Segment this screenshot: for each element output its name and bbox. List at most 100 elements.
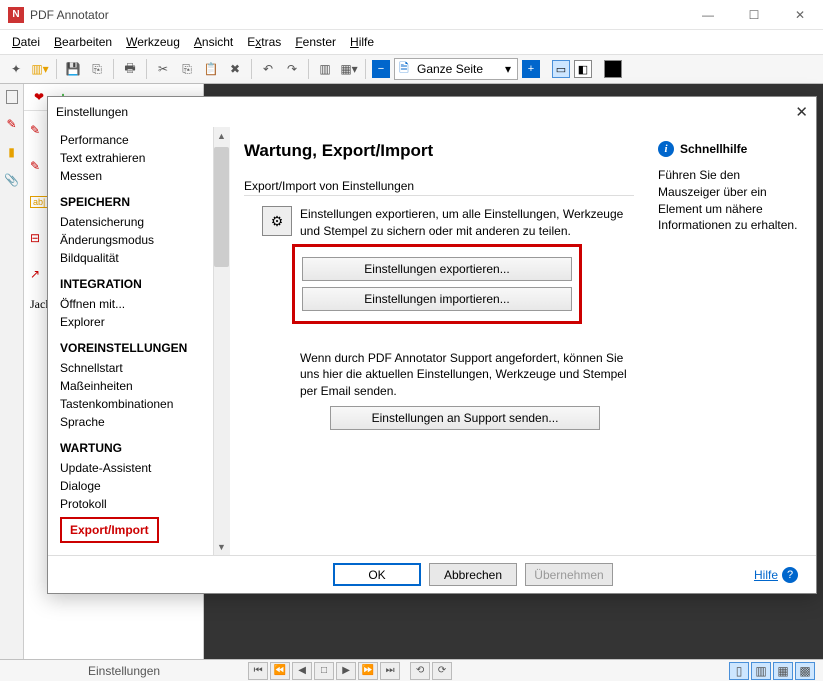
- cut-icon[interactable]: ✂: [153, 59, 173, 79]
- send-support-button[interactable]: Einstellungen an Support senden...: [330, 406, 600, 430]
- nav-prev-icon[interactable]: ◀: [292, 662, 312, 680]
- nav-item-shortcuts[interactable]: Tastenkombinationen: [60, 395, 230, 413]
- paste-icon[interactable]: 📋: [201, 59, 221, 79]
- nav-last-icon[interactable]: ⏭: [380, 662, 400, 680]
- help-icon: ?: [782, 567, 798, 583]
- layout-3-icon[interactable]: ▦: [773, 662, 793, 680]
- stamp-icon[interactable]: ⊟: [30, 231, 40, 245]
- nav-fwd-icon[interactable]: ⟳: [432, 662, 452, 680]
- chevron-down-icon[interactable]: ▾: [499, 62, 517, 76]
- nav-item-updater[interactable]: Update-Assistent: [60, 459, 230, 477]
- quickhelp-title: Schnellhilfe: [680, 142, 747, 156]
- dialog-nav: Performance Text extrahieren Messen SPEI…: [48, 127, 230, 555]
- ok-button[interactable]: OK: [333, 563, 421, 586]
- fav-tab-icon[interactable]: ❤: [30, 88, 48, 106]
- scroll-down-icon[interactable]: ▼: [213, 538, 230, 555]
- support-description: Wenn durch PDF Annotator Support angefor…: [300, 350, 634, 400]
- menu-view[interactable]: Ansicht: [194, 35, 233, 49]
- status-bar: Einstellungen ⏮ ⏪ ◀ □ ▶ ⏩ ⏭ ⟲ ⟳ ▯ ▥ ▦ ▩: [0, 659, 823, 681]
- zoom-label: Ganze Seite: [413, 62, 499, 76]
- gear-export-icon: ⚙: [262, 206, 292, 236]
- nav-item-measure[interactable]: Messen: [60, 167, 230, 185]
- nav-item-changemode[interactable]: Änderungsmodus: [60, 231, 230, 249]
- view-mode-a-icon[interactable]: ▭: [552, 60, 570, 78]
- nav-item-explorer[interactable]: Explorer: [60, 313, 230, 331]
- nav-item-export-import[interactable]: Export/Import: [60, 517, 159, 543]
- delete-icon[interactable]: ✖: [225, 59, 245, 79]
- redo-icon[interactable]: ↷: [282, 59, 302, 79]
- help-link[interactable]: Hilfe ?: [754, 567, 798, 583]
- dialog-titlebar: Einstellungen ✕: [48, 97, 816, 127]
- menu-file[interactable]: DDateiatei: [12, 35, 40, 49]
- pen-red-icon[interactable]: ✎: [30, 123, 40, 137]
- copy-icon[interactable]: ⎘: [177, 59, 197, 79]
- nav-item-imagequality[interactable]: Bildqualität: [60, 249, 230, 267]
- menu-help[interactable]: Hilfe: [350, 35, 374, 49]
- scroll-thumb[interactable]: [214, 147, 229, 267]
- zoom-select[interactable]: 🗎 Ganze Seite ▾: [394, 58, 518, 80]
- layout-4-icon[interactable]: ▩: [795, 662, 815, 680]
- clip-icon[interactable]: 📎: [4, 172, 20, 188]
- new-icon[interactable]: ✦: [6, 59, 26, 79]
- nav-prevset-icon[interactable]: ⏪: [270, 662, 290, 680]
- highlighted-button-group: Einstellungen exportieren... Einstellung…: [292, 244, 582, 324]
- scroll-up-icon[interactable]: ▲: [213, 127, 230, 144]
- export-description: Einstellungen exportieren, um alle Einst…: [300, 206, 634, 240]
- nav-item-dialogs[interactable]: Dialoge: [60, 477, 230, 495]
- nav-item-openwith[interactable]: Öffnen mit...: [60, 295, 230, 313]
- nav-item-language[interactable]: Sprache: [60, 413, 230, 431]
- undo-icon[interactable]: ↶: [258, 59, 278, 79]
- nav-page-icon[interactable]: □: [314, 662, 334, 680]
- view-mode-b-icon[interactable]: ◧: [574, 60, 592, 78]
- import-settings-button[interactable]: Einstellungen importieren...: [302, 287, 572, 311]
- nav-first-icon[interactable]: ⏮: [248, 662, 268, 680]
- export-settings-button[interactable]: Einstellungen exportieren...: [302, 257, 572, 281]
- nav-scrollbar[interactable]: ▲ ▼: [213, 127, 230, 555]
- tool-b-icon[interactable]: ▦▾: [339, 59, 359, 79]
- layout-2-icon[interactable]: ▥: [751, 662, 771, 680]
- zoom-out-icon[interactable]: −: [372, 60, 390, 78]
- text-tool-icon[interactable]: ab|: [30, 196, 48, 208]
- menu-extras[interactable]: Extras: [247, 35, 281, 49]
- pen-icon[interactable]: ✎: [4, 116, 20, 132]
- menu-window[interactable]: Fenster: [295, 35, 336, 49]
- layout-1-icon[interactable]: ▯: [729, 662, 749, 680]
- nav-back-icon[interactable]: ⟲: [410, 662, 430, 680]
- window-titlebar: N PDF Annotator ― ☐ ✕: [0, 0, 823, 30]
- save-icon[interactable]: 💾: [63, 59, 83, 79]
- close-button[interactable]: ✕: [777, 0, 823, 30]
- settings-dialog: Einstellungen ✕ Performance Text extrahi…: [47, 96, 817, 594]
- nav-head-prefs: VOREINSTELLUNGEN: [60, 341, 230, 355]
- minimize-button[interactable]: ―: [685, 0, 731, 30]
- nav-item-extract-text[interactable]: Text extrahieren: [60, 149, 230, 167]
- app-logo-icon: N: [8, 7, 24, 23]
- menu-bar: DDateiatei Bearbeiten Werkzeug Ansicht E…: [0, 30, 823, 54]
- menu-edit[interactable]: Bearbeiten: [54, 35, 112, 49]
- folder-icon[interactable]: ▮: [4, 144, 20, 160]
- zoom-in-icon[interactable]: +: [522, 60, 540, 78]
- nav-item-backup[interactable]: Datensicherung: [60, 213, 230, 231]
- apply-button[interactable]: Übernehmen: [525, 563, 613, 586]
- maximize-button[interactable]: ☐: [731, 0, 777, 30]
- nav-item-units[interactable]: Maßeinheiten: [60, 377, 230, 395]
- view-mode-c-icon[interactable]: [604, 60, 622, 78]
- arrow-tool-icon[interactable]: ↗: [30, 267, 40, 281]
- nav-next-icon[interactable]: ▶: [336, 662, 356, 680]
- dialog-close-icon[interactable]: ✕: [795, 103, 808, 121]
- page-icon: 🗎: [395, 59, 413, 80]
- save-all-icon[interactable]: ⎘: [87, 59, 107, 79]
- nav-item-quickstart[interactable]: Schnellstart: [60, 359, 230, 377]
- open-icon[interactable]: ▥▾: [30, 59, 50, 79]
- dialog-title: Einstellungen: [56, 105, 128, 119]
- nav-item-protocol[interactable]: Protokoll: [60, 495, 230, 513]
- page-thumb-icon[interactable]: [6, 90, 18, 104]
- menu-tool[interactable]: Werkzeug: [126, 35, 180, 49]
- tool-a-icon[interactable]: ▥: [315, 59, 335, 79]
- nav-nextset-icon[interactable]: ⏩: [358, 662, 378, 680]
- vertical-toolstrip: ✎ ▮ 📎: [0, 84, 24, 659]
- cancel-button[interactable]: Abbrechen: [429, 563, 517, 586]
- print-icon[interactable]: 🖶: [120, 59, 140, 79]
- nav-item-performance[interactable]: Performance: [60, 131, 230, 149]
- marker-red-icon[interactable]: ✎: [30, 159, 40, 173]
- main-toolbar: ✦ ▥▾ 💾 ⎘ 🖶 ✂ ⎘ 📋 ✖ ↶ ↷ ▥ ▦▾ − 🗎 Ganze Se…: [0, 54, 823, 84]
